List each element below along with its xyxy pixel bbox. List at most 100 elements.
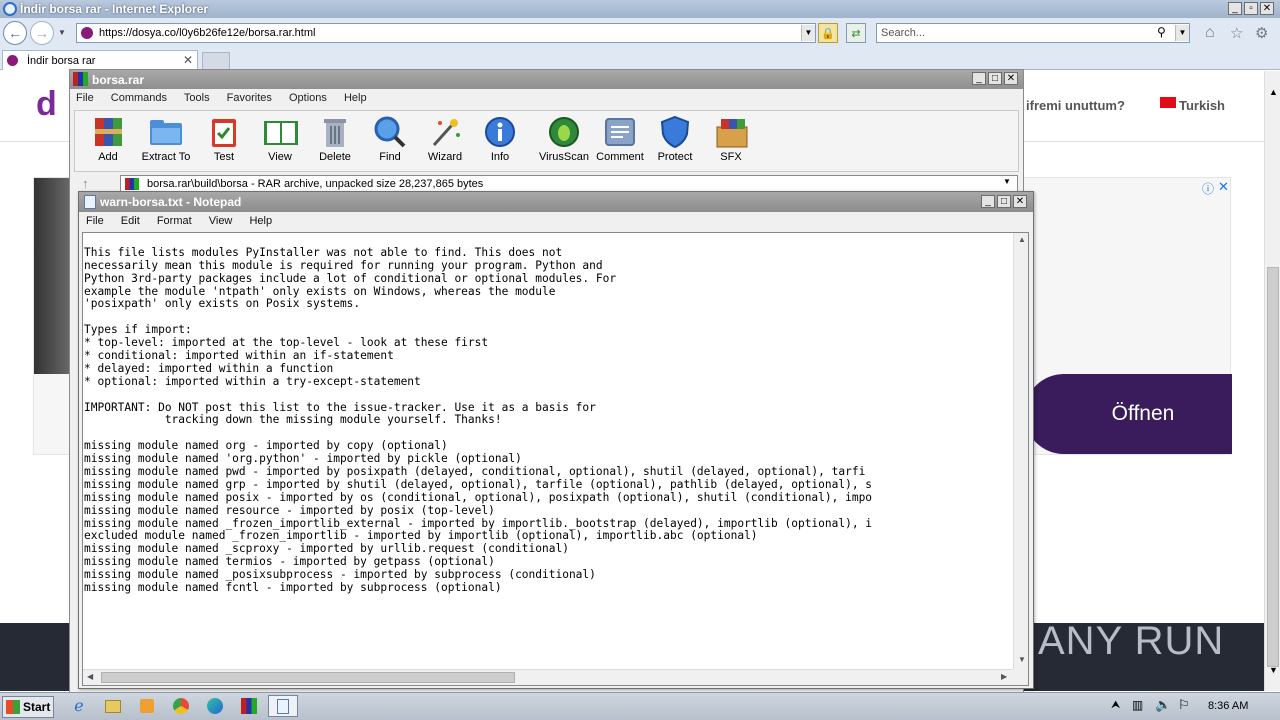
winrar-menu-file[interactable]: File [76, 92, 94, 104]
notepad-line [84, 234, 1010, 247]
toolbar-view-button[interactable]: View [251, 115, 309, 167]
scroll-up-icon[interactable]: ▲ [1269, 87, 1278, 97]
notepad-menu-view[interactable]: View [209, 215, 233, 227]
taskbar-ie-icon[interactable]: ℯ [66, 695, 92, 717]
scroll-down-icon[interactable]: ▼ [1269, 665, 1278, 675]
toolbar-add-button[interactable]: Add [79, 115, 137, 167]
notepad-line: missing module named posix - imported by… [84, 490, 873, 504]
ie-minimize-button[interactable]: _ [1228, 2, 1242, 15]
winrar-menu-tools[interactable]: Tools [184, 92, 210, 104]
toolbar-wizard-button[interactable]: Wizard [416, 115, 474, 167]
notepad-menu-format[interactable]: Format [157, 215, 192, 227]
taskbar-edge-icon[interactable] [202, 695, 228, 717]
history-dropdown[interactable]: ▼ [58, 28, 70, 38]
notepad-vscrollbar[interactable]: ▲ ▼ [1013, 233, 1028, 669]
notepad-menu-file[interactable]: File [86, 215, 104, 227]
tray-volume-icon[interactable]: 🔈 [1155, 697, 1171, 713]
taskbar-explorer-icon[interactable] [100, 695, 126, 717]
turkey-flag-icon [1160, 97, 1176, 108]
np-scroll-right-icon[interactable]: ▶ [1001, 672, 1007, 681]
browser-tab[interactable]: İndir borsa rar ✕ [2, 50, 198, 70]
toolbar-delete-label: Delete [319, 151, 351, 163]
up-folder-button[interactable]: ↑ [82, 176, 89, 191]
notepad-text: This file lists modules PyInstaller was … [84, 234, 1010, 669]
settings-gear-icon[interactable]: ⚙ [1255, 24, 1268, 42]
home-icon[interactable]: ⌂ [1205, 24, 1215, 42]
taskbar-chrome-icon[interactable] [168, 695, 194, 717]
notepad-maximize-button[interactable]: □ [997, 195, 1011, 208]
ie-close-button[interactable]: ✕ [1260, 2, 1274, 15]
address-text: https://dosya.co/l0y6b26fe12e/borsa.rar.… [99, 27, 316, 39]
np-scroll-left-icon[interactable]: ◀ [87, 672, 93, 681]
lock-icon[interactable]: 🔒 [818, 23, 838, 43]
start-button[interactable]: Start [2, 696, 54, 718]
np-hscroll-thumb[interactable] [101, 672, 515, 683]
language-selector[interactable]: Turkish [1179, 98, 1225, 113]
winrar-minimize-button[interactable]: _ [972, 72, 986, 85]
path-dropdown-icon[interactable]: ▼ [1003, 177, 1011, 186]
site-logo[interactable]: d [36, 85, 57, 124]
toolbar-protect-label: Protect [657, 151, 693, 163]
ad-close-icon[interactable]: ✕ [1218, 179, 1229, 195]
notepad-menubar: File Edit Format View Help [86, 215, 286, 227]
back-button[interactable]: ← [3, 21, 27, 45]
notepad-close-button[interactable]: ✕ [1013, 195, 1027, 208]
ie-title: İndir borsa rar - Internet Explorer [20, 2, 209, 16]
toolbar-delete-button[interactable]: Delete [306, 115, 364, 167]
resize-grip-icon[interactable] [1013, 669, 1028, 685]
taskbar: Start ℯ ⮝ ▥ 🔈 ⚐ 8:36 AM [0, 692, 1280, 720]
address-bar[interactable]: https://dosya.co/l0y6b26fe12e/borsa.rar.… [76, 23, 816, 43]
winrar-maximize-button[interactable]: □ [988, 72, 1002, 85]
ad-info-icon[interactable]: ⓘ [1202, 180, 1214, 197]
toolbar-extract-button[interactable]: Extract To [137, 115, 195, 167]
refresh-icon[interactable]: ⇄ [846, 23, 866, 43]
tray-network-icon[interactable]: ▥ [1132, 698, 1143, 712]
toolbar-protect-button[interactable]: Protect [646, 115, 704, 167]
forward-arrow-icon: → [35, 25, 49, 41]
forgot-password-link[interactable]: ifremi unuttum? [1026, 98, 1125, 113]
np-scroll-down-icon[interactable]: ▼ [1018, 655, 1026, 664]
taskbar-winrar-icon[interactable] [236, 695, 262, 717]
toolbar-comment-button[interactable]: Comment [591, 115, 649, 167]
forward-button[interactable]: → [30, 21, 54, 45]
search-icon[interactable]: ⚲ [1157, 25, 1166, 39]
tray-flag-icon[interactable]: ⚐ [1178, 697, 1190, 713]
notepad-menu-edit[interactable]: Edit [121, 215, 140, 227]
ie-restore-button[interactable]: ▫ [1244, 2, 1258, 15]
winrar-menu-commands[interactable]: Commands [111, 92, 167, 104]
notepad-menu-help[interactable]: Help [249, 215, 272, 227]
favorites-star-icon[interactable]: ☆ [1230, 24, 1243, 42]
test-clipboard-icon [206, 115, 242, 149]
notepad-line: * conditional: imported within an if-sta… [84, 349, 394, 363]
notepad-hscrollbar[interactable]: ◀ ▶ [83, 669, 1013, 685]
notepad-text-area[interactable]: This file lists modules PyInstaller was … [82, 232, 1029, 686]
toolbar-info-button[interactable]: Info [471, 115, 529, 167]
tray-expand-icon[interactable]: ⮝ [1111, 699, 1120, 712]
address-dropdown-icon[interactable]: ▼ [801, 25, 815, 41]
virusscan-bug-icon [546, 115, 582, 149]
winrar-menu-help[interactable]: Help [344, 92, 367, 104]
view-book-icon [262, 115, 298, 149]
archive-path-icon [125, 178, 139, 190]
np-scroll-up-icon[interactable]: ▲ [1018, 235, 1026, 244]
open-button[interactable]: Öffnen [1024, 374, 1232, 454]
search-box[interactable]: Search... ⚲ ▼ [876, 23, 1190, 43]
new-tab-button[interactable] [202, 52, 230, 70]
taskbar-notepad-icon[interactable] [268, 695, 298, 717]
winrar-menu-options[interactable]: Options [289, 92, 327, 104]
winrar-menu-favorites[interactable]: Favorites [227, 92, 272, 104]
notepad-minimize-button[interactable]: _ [981, 195, 995, 208]
ie-scrollbar[interactable]: ▲ ▼ [1264, 71, 1280, 691]
toolbar-sfx-button[interactable]: SFX [702, 115, 760, 167]
toolbar-virusscan-button[interactable]: VirusScan [535, 115, 593, 167]
search-dropdown-icon[interactable]: ▼ [1175, 25, 1189, 41]
ie-navbar: ← → ▼ https://dosya.co/l0y6b26fe12e/bors… [0, 18, 1280, 48]
ie-tabbar: İndir borsa rar ✕ [0, 48, 1280, 70]
winrar-title: borsa.rar [92, 73, 145, 87]
tab-close-icon[interactable]: ✕ [183, 53, 193, 67]
toolbar-find-button[interactable]: Find [361, 115, 419, 167]
toolbar-test-button[interactable]: Test [195, 115, 253, 167]
winrar-close-button[interactable]: ✕ [1004, 72, 1018, 85]
scroll-thumb[interactable] [1267, 267, 1279, 667]
taskbar-media-player-icon[interactable] [134, 695, 160, 717]
